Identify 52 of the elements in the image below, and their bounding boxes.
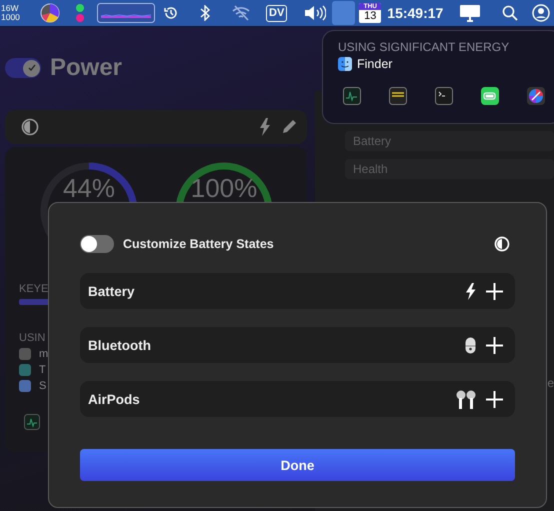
app-name[interactable]: Finder — [357, 57, 392, 71]
pencil-icon[interactable] — [281, 119, 297, 135]
wifi-off-icon[interactable] — [232, 5, 250, 21]
app-name: m — [39, 348, 48, 360]
search-icon[interactable] — [502, 5, 518, 21]
section-label: KEYE — [19, 283, 48, 295]
power-reading[interactable]: 16W 1000 — [1, 4, 23, 22]
check-icon — [28, 64, 36, 72]
volume-icon[interactable] — [304, 5, 326, 21]
app-name: T — [39, 364, 46, 376]
activity-monitor-icon[interactable] — [24, 414, 40, 430]
state-row[interactable]: Bluetooth — [80, 327, 515, 363]
popover-heading: USING SIGNIFICANT ENERGY — [338, 40, 510, 54]
finder-icon[interactable] — [338, 57, 352, 71]
mouse-icon — [465, 336, 476, 354]
toggle-switch[interactable] — [80, 235, 114, 253]
state-row[interactable]: AirPods — [80, 381, 515, 417]
display-icon[interactable] — [459, 4, 482, 22]
dv-label[interactable]: DV — [266, 4, 288, 22]
percent-reading: 44% — [62, 173, 116, 204]
row-label: Bluetooth — [88, 338, 151, 352]
state-row[interactable]: Battery — [80, 273, 515, 309]
lightning-icon — [465, 282, 476, 300]
status-dots-icon[interactable] — [75, 3, 85, 23]
app-icon — [19, 348, 31, 360]
bluetooth-icon[interactable] — [200, 5, 210, 21]
graph-icon[interactable] — [97, 3, 155, 23]
battery-icon[interactable] — [481, 87, 499, 105]
terminal-icon[interactable] — [435, 87, 453, 105]
add-icon[interactable] — [486, 390, 503, 408]
compass-icon[interactable] — [527, 87, 545, 105]
done-button[interactable]: Done — [80, 449, 515, 481]
pie-chart-icon[interactable] — [40, 3, 60, 23]
earbuds-icon — [456, 390, 476, 408]
section-label: USIN — [19, 332, 46, 344]
row-label: AirPods — [88, 392, 140, 406]
row-label: Battery — [88, 284, 135, 298]
app-title: Power — [50, 54, 122, 82]
app-icon — [19, 364, 31, 376]
user-icon[interactable] — [532, 4, 550, 22]
app-icon — [19, 380, 31, 392]
console-icon[interactable] — [389, 87, 407, 105]
history-clock-icon[interactable] — [163, 5, 179, 21]
lightning-icon[interactable] — [259, 118, 271, 136]
panel-text: e — [547, 376, 554, 390]
toggle-switch[interactable] — [5, 58, 41, 78]
add-icon[interactable] — [486, 336, 503, 354]
activity-monitor-icon[interactable] — [343, 87, 361, 105]
add-icon[interactable] — [486, 282, 503, 300]
clock[interactable]: 15:49:17 — [387, 5, 444, 21]
contrast-icon[interactable] — [21, 118, 39, 136]
app-name: S — [39, 380, 46, 392]
